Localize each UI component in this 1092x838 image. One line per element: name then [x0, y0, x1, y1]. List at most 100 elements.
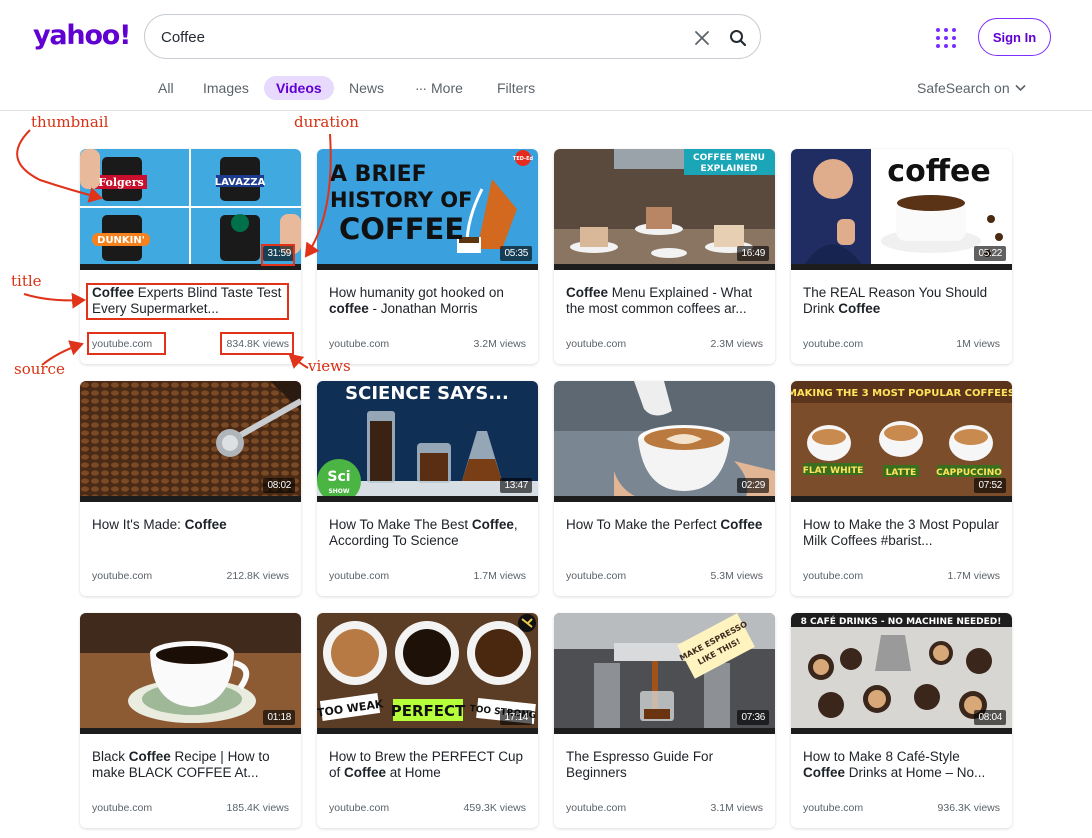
- more-dots-icon: ···: [415, 80, 427, 96]
- duration-badge: 17:14: [500, 710, 532, 725]
- annotation-source: source: [14, 360, 65, 378]
- clear-search-icon[interactable]: [691, 27, 713, 49]
- video-title[interactable]: How It's Made: Coffee: [92, 517, 292, 533]
- apps-grid-icon[interactable]: [934, 26, 958, 50]
- video-result-card[interactable]: MAKE ESPRESSO LIKE THIS! 07:36 The Espre…: [554, 613, 775, 828]
- annotation-duration: duration: [294, 113, 359, 131]
- duration-badge: 13:47: [500, 478, 532, 493]
- annotation-views: views: [308, 357, 351, 375]
- video-views: 185.4K views: [226, 802, 289, 814]
- thumb-text: COFFEE MENU: [693, 153, 765, 163]
- video-result-card[interactable]: coffee 05:22 The REAL Reason You Should …: [791, 149, 1012, 364]
- search-bar: [144, 14, 761, 59]
- header-divider: [0, 110, 1092, 111]
- thumb-text: Sci: [327, 469, 350, 485]
- thumbnail-bar: [791, 728, 1012, 734]
- video-result-card[interactable]: 08:02 How It's Made: Coffee youtube.com …: [80, 381, 301, 596]
- thumbnail-bar: [554, 496, 775, 502]
- video-views: 1.7M views: [947, 570, 1000, 582]
- duration-badge: 08:04: [974, 710, 1006, 725]
- title-highlight-box: [86, 283, 289, 320]
- video-title[interactable]: How to Make the 3 Most Popular Milk Coff…: [803, 517, 1003, 549]
- chevron-down-icon: [1015, 84, 1026, 91]
- video-title[interactable]: How humanity got hooked on coffee - Jona…: [329, 285, 529, 317]
- video-thumbnail[interactable]: COFFEE MENU EXPLAINED 16:49: [554, 149, 775, 270]
- yahoo-logo[interactable]: yahoo!: [33, 20, 131, 51]
- video-result-card[interactable]: MAKING THE 3 MOST POPULAR COFFEES FLAT W…: [791, 381, 1012, 596]
- video-thumbnail[interactable]: TED-Ed A BRIEF HISTORY OF COFFEE 05:35: [317, 149, 538, 270]
- video-thumbnail[interactable]: MAKING THE 3 MOST POPULAR COFFEES FLAT W…: [791, 381, 1012, 502]
- video-title[interactable]: How to Make 8 Café-Style Coffee Drinks a…: [803, 749, 1003, 781]
- video-result-card[interactable]: 8 CAFÉ DRINKS - NO MACHINE NEEDED! 08:04…: [791, 613, 1012, 828]
- video-views: 936.3K views: [937, 802, 1000, 814]
- video-title[interactable]: How To Make the Perfect Coffee: [566, 517, 766, 533]
- video-source: youtube.com: [803, 802, 864, 814]
- video-thumbnail[interactable]: 08:02: [80, 381, 301, 502]
- video-thumbnail[interactable]: coffee 05:22: [791, 149, 1012, 270]
- video-result-card[interactable]: COFFEE MENU EXPLAINED 16:49 Coffee Menu …: [554, 149, 775, 364]
- video-thumbnail[interactable]: TOO WEAK PERFECT TOO STRONG 17:14: [317, 613, 538, 734]
- tab-news[interactable]: News: [349, 76, 384, 100]
- video-source: youtube.com: [92, 802, 153, 814]
- safesearch-label: SafeSearch on: [917, 80, 1010, 96]
- thumb-text: Folgers: [98, 176, 143, 189]
- tab-all[interactable]: All: [158, 76, 174, 100]
- video-source: youtube.com: [566, 570, 627, 582]
- video-views: 2.3M views: [710, 338, 763, 350]
- video-title[interactable]: How to Brew the PERFECT Cup of Coffee at…: [329, 749, 529, 781]
- video-result-card[interactable]: Sci SHOW SCIENCE SAYS... 13:47 How To Ma…: [317, 381, 538, 596]
- video-result-card[interactable]: 02:29 How To Make the Perfect Coffee you…: [554, 381, 775, 596]
- video-thumbnail[interactable]: 01:18: [80, 613, 301, 734]
- video-views: 212.8K views: [226, 570, 289, 582]
- duration-badge: 08:02: [263, 478, 295, 493]
- video-source: youtube.com: [92, 570, 153, 582]
- video-title[interactable]: The REAL Reason You Should Drink Coffee: [803, 285, 1003, 317]
- search-input[interactable]: [161, 26, 661, 48]
- thumb-text: TED-Ed: [513, 156, 534, 162]
- duration-badge: 07:52: [974, 478, 1006, 493]
- video-thumbnail[interactable]: Sci SHOW SCIENCE SAYS... 13:47: [317, 381, 538, 502]
- thumb-text: COFFEE: [339, 212, 464, 246]
- video-result-card[interactable]: TED-Ed A BRIEF HISTORY OF COFFEE 05:35 H…: [317, 149, 538, 364]
- annotation-thumbnail: thumbnail: [31, 113, 109, 131]
- video-title[interactable]: The Espresso Guide For Beginners: [566, 749, 766, 781]
- tab-more[interactable]: ··· More: [415, 76, 463, 100]
- video-result-card[interactable]: TOO WEAK PERFECT TOO STRONG 17:14 How to…: [317, 613, 538, 828]
- video-thumbnail[interactable]: 02:29: [554, 381, 775, 502]
- video-title[interactable]: How To Make The Best Coffee, According T…: [329, 517, 529, 549]
- video-source: youtube.com: [329, 802, 390, 814]
- thumb-text: LATTE: [886, 468, 917, 478]
- sign-in-button[interactable]: Sign In: [978, 18, 1051, 56]
- thumb-text: SHOW: [328, 488, 349, 495]
- video-source: youtube.com: [803, 570, 864, 582]
- thumbnail-bar: [317, 264, 538, 270]
- video-views: 3.2M views: [473, 338, 526, 350]
- duration-badge: 07:36: [737, 710, 769, 725]
- thumb-text: MAKING THE 3 MOST POPULAR COFFEES: [791, 388, 1012, 399]
- thumbnail-bar: [554, 728, 775, 734]
- thumbnail-bar: [317, 496, 538, 502]
- video-views: 5.3M views: [710, 570, 763, 582]
- video-views: 1.7M views: [473, 570, 526, 582]
- tab-images[interactable]: Images: [203, 76, 249, 100]
- video-thumbnail[interactable]: MAKE ESPRESSO LIKE THIS! 07:36: [554, 613, 775, 734]
- tab-filters[interactable]: Filters: [497, 76, 535, 100]
- thumbnail-bar: [317, 728, 538, 734]
- video-thumbnail[interactable]: 8 CAFÉ DRINKS - NO MACHINE NEEDED! 08:04: [791, 613, 1012, 734]
- duration-badge: 02:29: [737, 478, 769, 493]
- thumb-text: FLAT WHITE: [803, 466, 864, 476]
- video-result-card[interactable]: 01:18 Black Coffee Recipe | How to make …: [80, 613, 301, 828]
- thumb-text: HISTORY OF: [330, 188, 472, 212]
- thumb-text: coffee: [887, 154, 990, 189]
- video-title[interactable]: Black Coffee Recipe | How to make BLACK …: [92, 749, 292, 781]
- video-title[interactable]: Coffee Menu Explained - What the most co…: [566, 285, 766, 317]
- views-highlight-box: [220, 332, 294, 355]
- tab-videos[interactable]: Videos: [264, 76, 334, 100]
- annotation-title: title: [11, 272, 42, 290]
- video-source: youtube.com: [566, 338, 627, 350]
- thumbnail-bar: [80, 728, 301, 734]
- duration-badge: 05:35: [500, 246, 532, 261]
- safesearch-dropdown[interactable]: SafeSearch on: [917, 76, 1026, 100]
- thumb-text: EXPLAINED: [701, 164, 758, 174]
- search-icon[interactable]: [727, 27, 749, 49]
